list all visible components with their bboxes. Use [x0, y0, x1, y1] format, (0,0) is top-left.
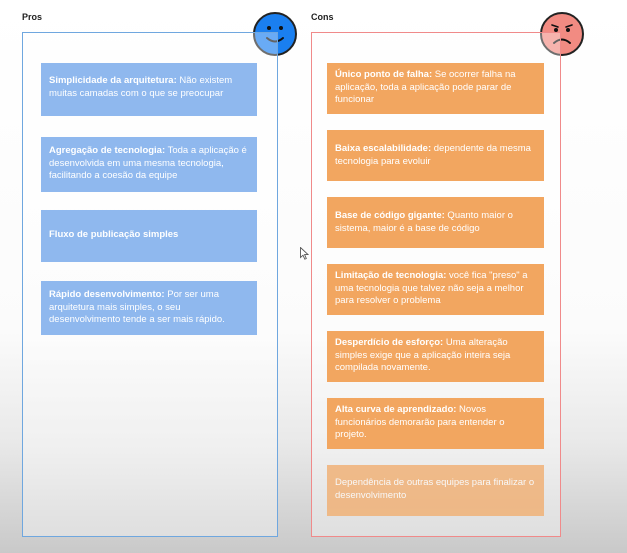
cons-heading: Cons	[311, 12, 334, 22]
mouse-pointer-icon	[300, 246, 310, 265]
cons-card-title: Baixa escalabilidade:	[335, 143, 432, 154]
pros-heading: Pros	[22, 12, 43, 22]
cons-card-title: Limitação de tecnologia:	[335, 270, 447, 281]
pros-card-title: Simplicidade da arquitetura:	[49, 75, 177, 86]
pros-card-2: Agregação de tecnologia: Toda a aplicaçã…	[41, 137, 257, 192]
cons-card-6: Alta curva de aprendizado: Novos funcion…	[327, 398, 544, 449]
cons-card-5: Desperdício de esforço: Uma alteração si…	[327, 331, 544, 382]
pros-card-title: Fluxo de publicação simples	[49, 229, 179, 240]
cons-card-2: Baixa escalabilidade: dependente da mesm…	[327, 130, 544, 181]
cons-card-title: Base de código gigante:	[335, 210, 445, 221]
pros-card-title: Agregação de tecnologia:	[49, 145, 166, 156]
cons-card-7: Dependência de outras equipes para final…	[327, 465, 544, 516]
cons-card-1: Único ponto de falha: Se ocorrer falha n…	[327, 63, 544, 114]
cons-card-title: Único ponto de falha:	[335, 69, 433, 80]
pros-card-3: Fluxo de publicação simples	[41, 210, 257, 262]
cons-card-title: Alta curva de aprendizado:	[335, 404, 457, 415]
cons-card-3: Base de código gigante: Quanto maior o s…	[327, 197, 544, 248]
pros-card-title: Rápido desenvolvimento:	[49, 289, 165, 300]
cons-card-title: Desperdício de esforço:	[335, 337, 444, 348]
cons-card-text: Dependência de outras equipes para final…	[335, 477, 535, 501]
cons-card-4: Limitação de tecnologia: você fica "pres…	[327, 264, 544, 315]
pros-card-1: Simplicidade da arquitetura: Não existem…	[41, 63, 257, 116]
pros-card-4: Rápido desenvolvimento: Por ser uma arqu…	[41, 281, 257, 335]
